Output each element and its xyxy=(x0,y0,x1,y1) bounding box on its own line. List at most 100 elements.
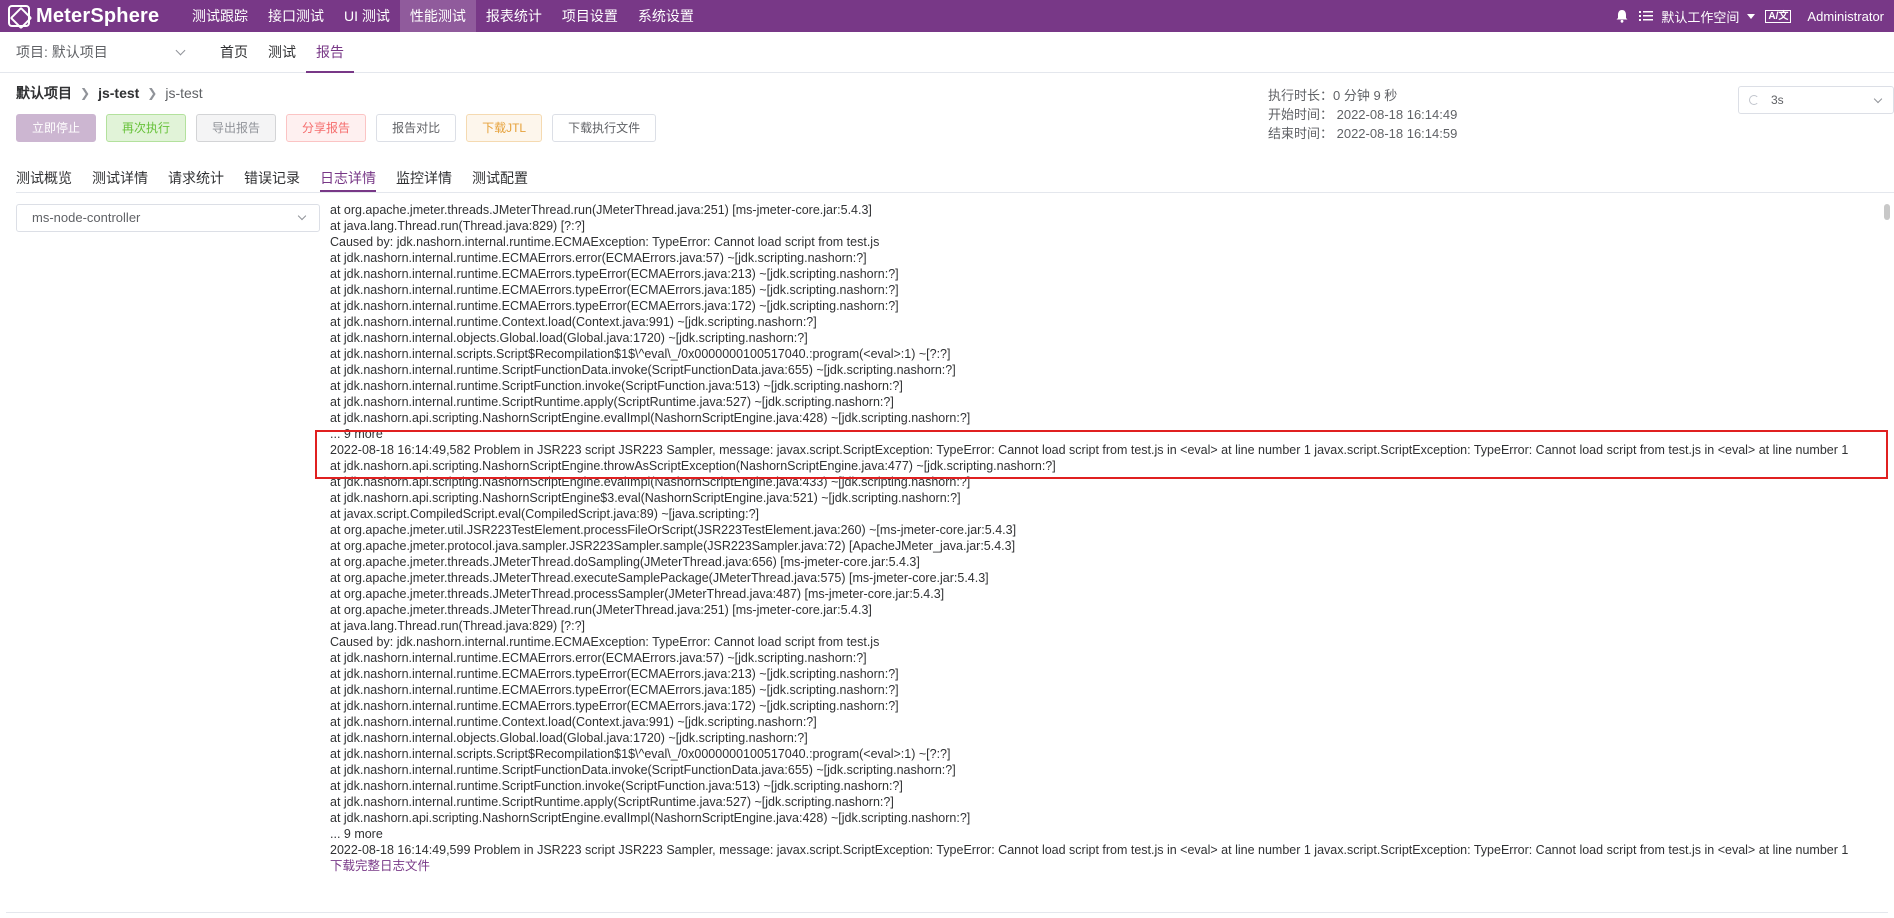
language-switch-icon[interactable]: A/文 xyxy=(1765,9,1792,23)
log-line: at jdk.nashorn.internal.scripts.Script$R… xyxy=(330,747,951,761)
project-bar: 项目: 默认项目 首页 测试 报告 xyxy=(0,32,1894,73)
tab-test-config[interactable]: 测试配置 xyxy=(472,164,528,192)
run-end-time: 结束时间： 2022-08-18 16:14:59 xyxy=(1268,126,1458,141)
log-line: at jdk.nashorn.internal.runtime.ScriptFu… xyxy=(330,779,903,793)
highlight-annotation-box xyxy=(315,430,1888,479)
log-line: at jdk.nashorn.api.scripting.NashornScri… xyxy=(330,811,971,825)
log-line: at jdk.nashorn.api.scripting.NashornScri… xyxy=(330,491,961,505)
export-report-button[interactable]: 导出报告 xyxy=(196,114,277,142)
topbar-right: 默认工作空间 A/文 Administrator xyxy=(1615,0,1894,32)
subnav-home[interactable]: 首页 xyxy=(210,32,258,73)
breadcrumb-separator-icon: ❯ xyxy=(80,86,91,100)
nav-system-settings[interactable]: 系统设置 xyxy=(628,0,704,32)
log-scrollbar[interactable] xyxy=(1882,202,1890,910)
brand-logo[interactable]: MeterSphere xyxy=(0,0,182,32)
log-line: at org.apache.jmeter.threads.JMeterThrea… xyxy=(330,555,920,569)
tab-test-details[interactable]: 测试详情 xyxy=(92,164,148,192)
top-navbar: MeterSphere 测试跟踪 接口测试 UI 测试 性能测试 报表统计 项目… xyxy=(0,0,1894,32)
log-line: at jdk.nashorn.internal.runtime.ScriptFu… xyxy=(330,363,956,377)
log-line: at jdk.nashorn.internal.runtime.ECMAErro… xyxy=(330,283,899,297)
log-line: at jdk.nashorn.internal.runtime.ECMAErro… xyxy=(330,683,899,697)
log-line: at jdk.nashorn.internal.runtime.ECMAErro… xyxy=(330,299,899,313)
tab-error-records[interactable]: 错误记录 xyxy=(244,164,300,192)
breadcrumb-report: js-test xyxy=(165,85,203,101)
project-selector[interactable]: 项目: 默认项目 xyxy=(0,32,198,73)
breadcrumb-project[interactable]: 默认项目 xyxy=(16,83,72,103)
log-line: Caused by: jdk.nashorn.internal.runtime.… xyxy=(330,235,880,249)
log-line: at jdk.nashorn.internal.runtime.ECMAErro… xyxy=(330,267,899,281)
bell-icon[interactable] xyxy=(1615,9,1629,23)
log-line: at jdk.nashorn.api.scripting.NashornScri… xyxy=(330,411,971,425)
chevron-down-icon xyxy=(297,211,307,221)
log-line: at jdk.nashorn.internal.runtime.ScriptFu… xyxy=(330,763,956,777)
log-line: at jdk.nashorn.internal.runtime.ECMAErro… xyxy=(330,251,867,265)
tab-monitor-details[interactable]: 监控详情 xyxy=(396,164,452,192)
compare-report-button[interactable]: 报告对比 xyxy=(376,114,457,142)
log-viewer[interactable]: at org.apache.jmeter.threads.JMeterThrea… xyxy=(330,202,1880,910)
log-line: at jdk.nashorn.internal.scripts.Script$R… xyxy=(330,347,951,361)
subnav-test[interactable]: 测试 xyxy=(258,32,306,73)
run-duration: 执行时长：0 分钟 9 秒 xyxy=(1268,88,1398,103)
tab-request-stats[interactable]: 请求统计 xyxy=(168,164,224,192)
log-line: 2022-08-18 16:14:49,599 Problem in JSR22… xyxy=(330,843,1849,857)
tab-overview[interactable]: 测试概览 xyxy=(16,164,72,192)
breadcrumb-separator-icon: ❯ xyxy=(147,86,158,100)
chevron-down-icon xyxy=(175,45,186,55)
nav-ui-test[interactable]: UI 测试 xyxy=(334,0,400,32)
log-line: at jdk.nashorn.internal.objects.Global.l… xyxy=(330,331,808,345)
share-report-button[interactable]: 分享报告 xyxy=(286,114,367,142)
log-line: at jdk.nashorn.internal.runtime.Context.… xyxy=(330,715,817,729)
caret-down-icon[interactable] xyxy=(1747,13,1756,19)
log-line: at org.apache.jmeter.threads.JMeterThrea… xyxy=(330,603,872,617)
stop-button[interactable]: 立即停止 xyxy=(16,114,97,142)
log-line: at jdk.nashorn.internal.runtime.Context.… xyxy=(330,315,817,329)
main-nav: 测试跟踪 接口测试 UI 测试 性能测试 报表统计 项目设置 系统设置 xyxy=(182,0,704,32)
log-line: at java.lang.Thread.run(Thread.java:829)… xyxy=(330,619,586,633)
breadcrumb: 默认项目 ❯ js-test ❯ js-test xyxy=(16,83,203,103)
log-line: at org.apache.jmeter.threads.JMeterThrea… xyxy=(330,203,872,217)
log-line: at jdk.nashorn.internal.runtime.ECMAErro… xyxy=(330,651,867,665)
node-controller-select[interactable]: ms-node-controller xyxy=(16,204,320,232)
report-actions: 立即停止 再次执行 导出报告 分享报告 报告对比 下载JTL 下载执行文件 xyxy=(16,114,666,142)
log-line: at org.apache.jmeter.threads.JMeterThrea… xyxy=(330,587,945,601)
nav-report-stats[interactable]: 报表统计 xyxy=(476,0,552,32)
nav-performance-test[interactable]: 性能测试 xyxy=(399,0,476,32)
download-files-button[interactable]: 下载执行文件 xyxy=(552,114,657,142)
log-line: at jdk.nashorn.internal.runtime.ScriptFu… xyxy=(330,379,903,393)
user-menu[interactable]: Administrator xyxy=(1807,9,1884,24)
log-line: ... 9 more xyxy=(330,827,383,841)
run-info: 执行时长：0 分钟 9 秒 开始时间： 2022-08-18 16:14:49 … xyxy=(1268,86,1457,143)
log-line: at jdk.nashorn.internal.runtime.ScriptRu… xyxy=(330,795,894,809)
log-line: at org.apache.jmeter.util.JSR223TestElem… xyxy=(330,523,1017,537)
download-jtl-button[interactable]: 下载JTL xyxy=(466,114,543,142)
chevron-down-icon xyxy=(1873,94,1883,104)
project-subnav: 首页 测试 报告 xyxy=(210,32,354,73)
log-line: at java.lang.Thread.run(Thread.java:829)… xyxy=(330,219,586,233)
refresh-interval-value: 3s xyxy=(1771,93,1784,107)
report-tabs: 测试概览 测试详情 请求统计 错误记录 日志详情 监控详情 测试配置 xyxy=(16,164,548,192)
workspace-list-icon xyxy=(1639,11,1654,21)
log-line: Caused by: jdk.nashorn.internal.runtime.… xyxy=(330,635,880,649)
download-full-log-link[interactable]: 下载完整日志文件 xyxy=(330,858,1880,874)
log-line: at jdk.nashorn.internal.runtime.ScriptRu… xyxy=(330,395,894,409)
node-controller-value: ms-node-controller xyxy=(32,210,141,225)
nav-test-track[interactable]: 测试跟踪 xyxy=(182,0,258,32)
workspace-selector[interactable]: 默认工作空间 xyxy=(1661,7,1739,26)
log-line: at javax.script.CompiledScript.eval(Comp… xyxy=(330,507,759,521)
rerun-button[interactable]: 再次执行 xyxy=(106,114,187,142)
tabs-divider xyxy=(16,192,1894,193)
refresh-interval-select[interactable]: 3s xyxy=(1738,86,1894,114)
breadcrumb-test[interactable]: js-test xyxy=(98,85,139,101)
log-line: at jdk.nashorn.internal.runtime.ECMAErro… xyxy=(330,667,899,681)
subnav-report[interactable]: 报告 xyxy=(306,32,354,73)
log-line: at org.apache.jmeter.threads.JMeterThrea… xyxy=(330,571,989,585)
log-scrollbar-thumb[interactable] xyxy=(1884,204,1890,220)
metersphere-logo-icon xyxy=(8,5,30,27)
tab-log-details[interactable]: 日志详情 xyxy=(320,164,376,192)
project-selector-label: 项目: 默认项目 xyxy=(16,44,108,60)
nav-api-test[interactable]: 接口测试 xyxy=(258,0,334,32)
brand-name: MeterSphere xyxy=(36,4,160,27)
run-start-time: 开始时间： 2022-08-18 16:14:49 xyxy=(1268,107,1458,122)
nav-project-settings[interactable]: 项目设置 xyxy=(552,0,628,32)
log-line: at jdk.nashorn.internal.objects.Global.l… xyxy=(330,731,808,745)
